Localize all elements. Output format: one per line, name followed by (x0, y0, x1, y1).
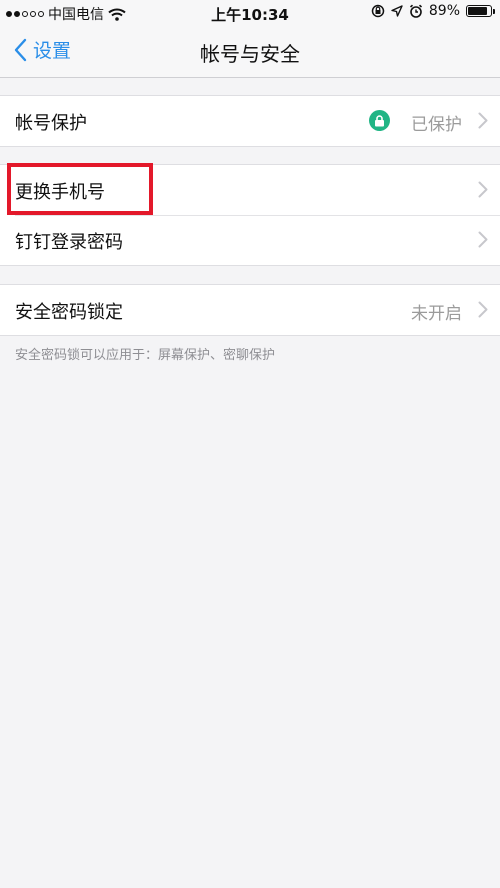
location-icon (391, 5, 403, 17)
account-protection-row[interactable]: 帐号保护 已保护 (0, 96, 500, 146)
login-password-label: 钉钉登录密码 (15, 232, 123, 253)
lock-icon (369, 110, 390, 131)
battery-fill (468, 7, 487, 15)
account-protection-group: 帐号保护 已保护 (0, 95, 500, 147)
battery-percent: 89% (428, 3, 460, 19)
security-lock-label: 安全密码锁定 (15, 302, 123, 323)
chevron-right-icon (478, 181, 488, 198)
chevron-right-icon (478, 231, 488, 248)
account-protection-label: 帐号保护 (15, 113, 87, 134)
change-phone-label: 更换手机号 (15, 182, 105, 203)
status-bar: 中国电信 上午10:34 89% (0, 0, 500, 26)
change-phone-row[interactable]: 更换手机号 (0, 165, 500, 215)
status-right: 89% (371, 3, 495, 19)
chevron-right-icon (478, 301, 488, 318)
battery-icon (466, 5, 495, 17)
orientation-lock-icon (371, 4, 385, 18)
security-lock-group: 安全密码锁定 未开启 (0, 284, 500, 336)
account-protection-status: 已保护 (411, 115, 462, 135)
security-lock-row[interactable]: 安全密码锁定 未开启 (0, 285, 500, 335)
security-lock-note: 安全密码锁可以应用于：屏幕保护、密聊保护 (15, 348, 276, 363)
login-password-row[interactable]: 钉钉登录密码 (0, 215, 500, 265)
nav-bar: 设置 帐号与安全 (0, 26, 500, 78)
alarm-icon (409, 4, 422, 18)
phone-password-group: 更换手机号 钉钉登录密码 (0, 164, 500, 266)
page-title: 帐号与安全 (200, 42, 300, 66)
security-lock-status: 未开启 (411, 304, 462, 324)
chevron-right-icon (478, 112, 488, 129)
